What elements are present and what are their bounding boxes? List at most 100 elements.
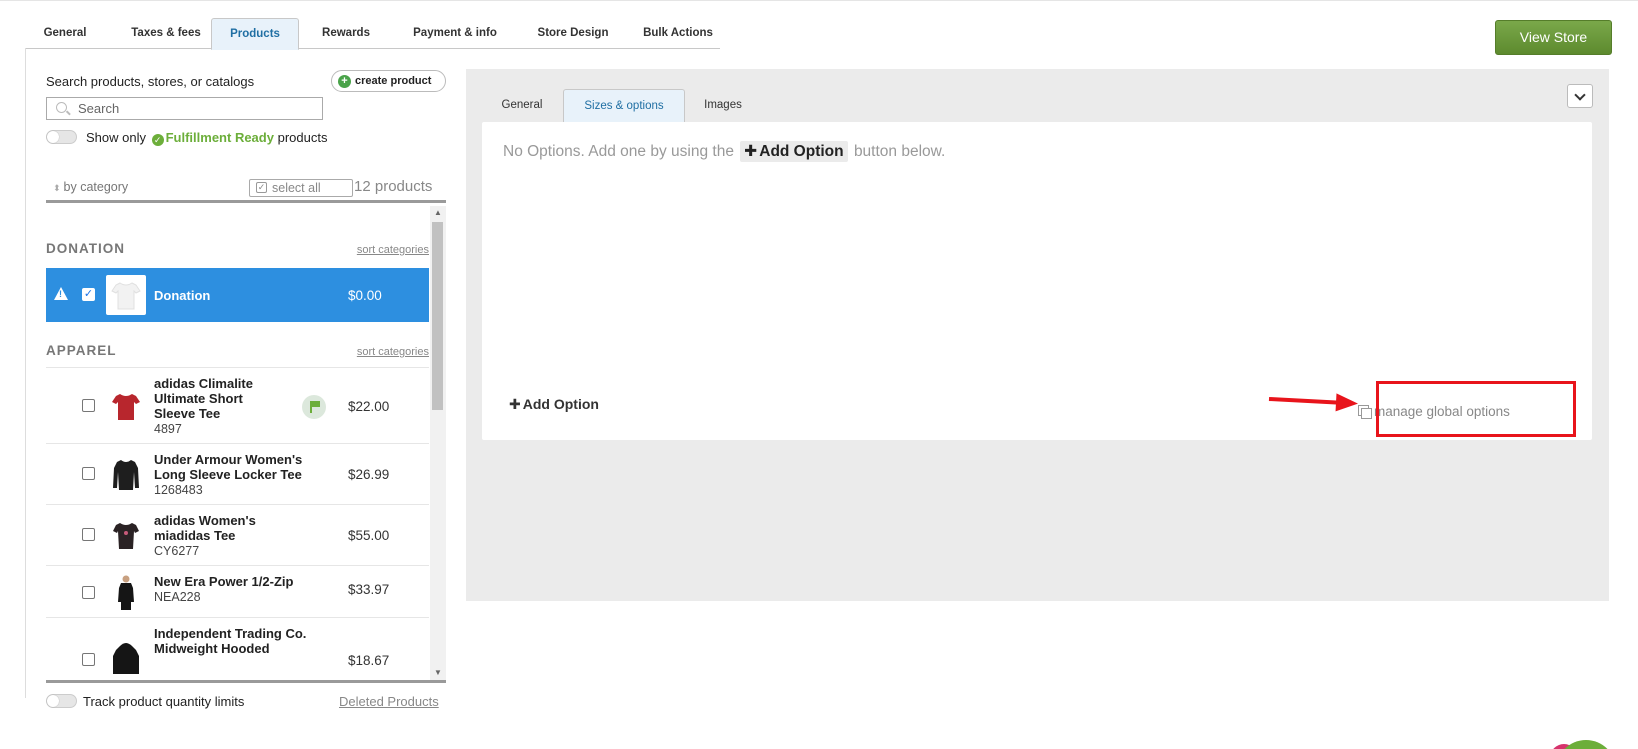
tshirt-icon <box>113 523 139 549</box>
product-sku: CY6277 <box>154 544 200 558</box>
search-label: Search products, stores, or catalogs <box>46 74 255 89</box>
product-checkbox[interactable] <box>82 586 95 599</box>
person-jacket-icon <box>118 575 134 610</box>
category-name: APPAREL <box>46 343 117 358</box>
product-price: $26.99 <box>348 467 390 482</box>
tab-products[interactable]: Products <box>211 18 299 50</box>
hoodie-icon <box>113 643 139 674</box>
product-checkbox[interactable] <box>82 528 95 541</box>
subtab-images[interactable]: Images <box>685 89 761 121</box>
subtab-general[interactable]: General <box>482 89 562 121</box>
collapse-chevron-button[interactable] <box>1567 84 1593 108</box>
list-top-divider <box>46 200 446 203</box>
annotation-arrow-head <box>1335 393 1359 413</box>
tab-rewards[interactable]: Rewards <box>306 18 386 49</box>
tshirt-icon <box>112 394 140 420</box>
add-option-label: Add Option <box>522 396 599 412</box>
check-circle-icon: ✓ <box>151 134 164 146</box>
no-options-prefix: No Options. Add one by using the <box>503 143 734 160</box>
product-sku: 1268483 <box>154 483 203 497</box>
product-row[interactable]: Independent Trading Co. Midweight Hooded… <box>46 618 429 680</box>
show-only-prefix: Show only <box>86 130 146 145</box>
tshirt-icon <box>111 282 141 310</box>
top-tab-bar: General Taxes & fees Products Rewards Pa… <box>26 18 720 50</box>
left-panel-border <box>25 48 26 698</box>
sort-by-category[interactable]: ⬍ by category <box>53 180 128 194</box>
subtab-sizes-options[interactable]: Sizes & options <box>563 89 685 122</box>
product-row[interactable]: adidas Climalite Ultimate Short Sleeve T… <box>46 368 429 444</box>
view-store-button[interactable]: View Store <box>1495 20 1612 55</box>
product-thumbnail <box>106 515 146 555</box>
product-row[interactable]: New Era Power 1/2-Zip NEA228 $33.97 <box>46 566 429 618</box>
track-quantity-toggle[interactable] <box>46 694 77 708</box>
category-name: DONATION <box>46 241 125 256</box>
product-row[interactable]: adidas Women's miadidas Tee CY6277 $55.0… <box>46 505 429 566</box>
create-product-label: create product <box>355 75 432 87</box>
product-list-scrollbar[interactable]: ▲ ▼ <box>430 206 446 680</box>
tab-general[interactable]: General <box>26 18 104 49</box>
product-thumbnail <box>106 275 146 315</box>
product-name: New Era Power 1/2-Zip <box>154 574 294 589</box>
no-options-message: No Options. Add one by using the ✚ Add Op… <box>503 141 945 162</box>
show-only-filter: Show only ✓ Fulfillment Ready products <box>86 130 327 146</box>
warning-icon <box>54 287 68 300</box>
product-editor-panel: General Sizes & options Images No Option… <box>466 69 1609 601</box>
deleted-products-link[interactable]: Deleted Products <box>339 694 439 709</box>
search-input[interactable] <box>78 98 318 119</box>
no-options-suffix: button below. <box>853 143 946 160</box>
flag-icon <box>302 395 326 419</box>
plus-circle-icon: + <box>338 75 351 88</box>
show-only-suffix: products <box>277 130 328 145</box>
category-header-donation: DONATION sort categories <box>46 241 429 261</box>
tab-store-design[interactable]: Store Design <box>518 18 628 49</box>
product-count: 12 products <box>354 178 433 195</box>
inline-add-option: ✚ Add Option <box>740 141 848 162</box>
product-checkbox[interactable] <box>82 653 95 666</box>
tab-taxes-fees[interactable]: Taxes & fees <box>114 18 218 49</box>
tab-payment-info[interactable]: Payment & info <box>396 18 514 49</box>
fulfillment-ready-label: Fulfillment Ready <box>165 130 274 145</box>
create-product-button[interactable]: + create product <box>331 70 446 92</box>
select-all-label: select all <box>272 181 321 195</box>
product-name: Independent Trading Co. Midweight Hooded <box>154 626 307 656</box>
inline-add-option-label: Add Option <box>759 143 844 160</box>
sort-categories-link[interactable]: sort categories <box>357 244 429 256</box>
product-row[interactable]: Under Armour Women's Long Sleeve Locker … <box>46 444 429 505</box>
product-thumbnail <box>106 386 146 426</box>
track-quantity-label: Track product quantity limits <box>83 694 245 709</box>
plus-icon: ✚ <box>509 396 521 412</box>
product-thumbnail <box>106 640 146 680</box>
product-checkbox[interactable] <box>82 467 95 480</box>
product-sku: NEA228 <box>154 590 201 604</box>
product-price: $0.00 <box>348 288 382 303</box>
add-option-button[interactable]: ✚ Add Option <box>509 396 599 413</box>
product-price: $18.67 <box>348 653 390 668</box>
sort-categories-link[interactable]: sort categories <box>357 346 429 358</box>
product-name: adidas Women's miadidas Tee <box>154 513 256 543</box>
product-price: $33.97 <box>348 582 390 597</box>
scroll-down-arrow-icon[interactable]: ▼ <box>430 666 446 680</box>
product-price: $55.00 <box>348 528 390 543</box>
list-bottom-divider <box>46 680 446 683</box>
plus-icon: ✚ <box>744 143 758 160</box>
scrollbar-thumb[interactable] <box>432 222 443 410</box>
fulfillment-ready-toggle[interactable] <box>46 130 77 144</box>
scroll-up-arrow-icon[interactable]: ▲ <box>430 206 446 220</box>
longsleeve-icon <box>113 460 139 490</box>
product-price: $22.00 <box>348 399 390 414</box>
product-checkbox[interactable]: ✓ <box>82 288 95 301</box>
product-name: Donation <box>154 288 211 303</box>
product-name: Under Armour Women's Long Sleeve Locker … <box>154 452 303 482</box>
tab-bulk-actions[interactable]: Bulk Actions <box>628 18 728 49</box>
search-box <box>46 97 323 120</box>
search-icon <box>56 102 67 113</box>
product-sku: 4897 <box>154 422 182 436</box>
product-checkbox[interactable] <box>82 399 95 412</box>
product-list: DONATION sort categories ✓ Donation $0.0… <box>46 206 429 680</box>
product-row-donation[interactable]: ✓ Donation $0.00 <box>46 268 429 322</box>
category-header-apparel: APPAREL sort categories <box>46 343 429 363</box>
highlight-box <box>1376 381 1576 437</box>
select-all-button[interactable]: ✓ select all <box>249 179 353 197</box>
product-thumbnail <box>106 454 146 494</box>
copy-icon <box>1358 405 1372 419</box>
